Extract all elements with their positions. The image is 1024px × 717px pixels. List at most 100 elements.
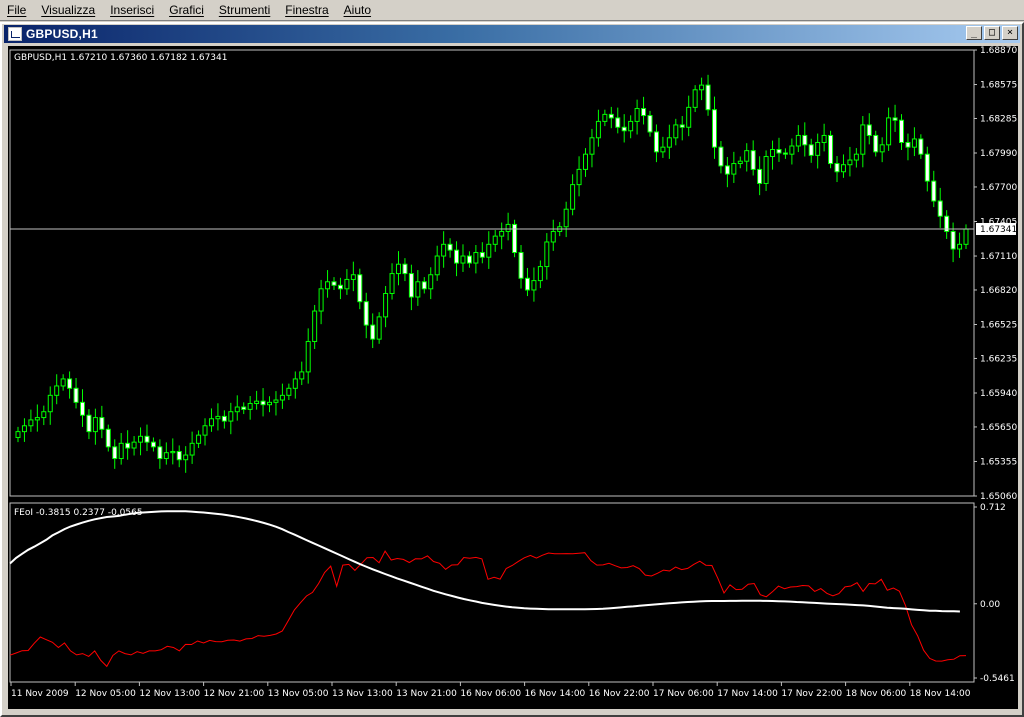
candle-body bbox=[41, 411, 47, 419]
candle-body bbox=[415, 281, 421, 298]
menu-finestra[interactable]: Finestra bbox=[278, 0, 336, 21]
candle-body bbox=[47, 394, 53, 413]
price-axis-label: 1.66525 bbox=[980, 321, 1017, 331]
menu-visualizza[interactable]: Visualizza bbox=[34, 0, 103, 21]
candle-body bbox=[615, 117, 621, 128]
price-axis-label: 1.65940 bbox=[980, 389, 1017, 399]
signal-series-line bbox=[9, 510, 960, 613]
candle-body bbox=[15, 431, 21, 438]
candle-body bbox=[241, 406, 247, 410]
candle-body bbox=[750, 150, 756, 170]
price-axis-label: 1.67990 bbox=[980, 149, 1017, 159]
candle-body bbox=[834, 163, 840, 173]
last-price-label: 1.67341 bbox=[980, 225, 1017, 235]
candle-body bbox=[653, 131, 659, 153]
menu-grafici[interactable]: Grafici bbox=[162, 0, 212, 21]
chart-area[interactable]: 1.68870 1.68575 1.68285 1.67990 1.67700 1.674… bbox=[8, 46, 1018, 709]
candle-body bbox=[492, 235, 498, 245]
menu-file[interactable]: File bbox=[0, 0, 34, 21]
candle-body bbox=[350, 274, 356, 280]
candle-body bbox=[815, 141, 821, 156]
candle-body bbox=[860, 124, 866, 155]
menu-inserisci[interactable]: Inserisci bbox=[103, 0, 162, 21]
candle-body bbox=[899, 119, 905, 143]
candle-body bbox=[673, 124, 679, 139]
price-axis-label: 1.66820 bbox=[980, 286, 1017, 296]
time-axis-label: 11 Nov 2009 bbox=[11, 689, 69, 699]
candle-body bbox=[879, 144, 885, 153]
candle-body bbox=[711, 109, 717, 148]
time-axis-label: 16 Nov 14:00 bbox=[525, 689, 586, 699]
candle-body bbox=[963, 228, 969, 245]
indicator-axis-label: 0.00 bbox=[980, 600, 1000, 610]
minimize-button[interactable]: _ bbox=[966, 26, 982, 40]
candle-body bbox=[847, 159, 853, 166]
candle-body bbox=[737, 160, 743, 165]
candle-body bbox=[873, 134, 879, 153]
candle-body bbox=[447, 243, 453, 251]
candle-body bbox=[215, 415, 221, 420]
candle-body bbox=[705, 84, 711, 111]
candle-body bbox=[331, 281, 337, 286]
candle-body bbox=[840, 164, 846, 173]
candle-body bbox=[260, 400, 266, 406]
candle-body bbox=[602, 113, 608, 122]
candle-body bbox=[795, 134, 801, 147]
fisher-series-line bbox=[9, 550, 967, 668]
candle-body bbox=[21, 425, 27, 433]
candle-body bbox=[421, 281, 427, 290]
chart-title: GBPUSD,H1 1.67210 1.67360 1.67182 1.6734… bbox=[14, 53, 227, 63]
candle-body bbox=[170, 451, 176, 454]
candle-body bbox=[776, 149, 782, 154]
menu-strumenti[interactable]: Strumenti bbox=[212, 0, 278, 21]
menu-aiuto[interactable]: Aiuto bbox=[337, 0, 379, 21]
candle-body bbox=[299, 371, 305, 380]
candle-body bbox=[744, 150, 750, 162]
candle-body bbox=[563, 208, 569, 228]
candle-body bbox=[479, 252, 485, 258]
candle-body bbox=[54, 385, 60, 396]
candle-body bbox=[163, 452, 169, 460]
candle-body bbox=[595, 120, 601, 139]
candle-body bbox=[125, 442, 131, 449]
menu-bar: File Visualizza Inserisci Grafici Strumenti F… bbox=[0, 0, 1024, 21]
price-axis-label: 1.67110 bbox=[980, 252, 1017, 262]
candle-body bbox=[73, 387, 79, 403]
price-axis-label: 1.66235 bbox=[980, 354, 1017, 364]
candle-body bbox=[505, 223, 511, 232]
candle-body bbox=[454, 249, 460, 264]
window-titlebar[interactable]: GBPUSD,H1 _ □ × bbox=[4, 25, 1020, 43]
candle-body bbox=[647, 115, 653, 133]
candle-body bbox=[434, 255, 440, 276]
candle-body bbox=[679, 124, 685, 128]
candle-body bbox=[724, 165, 730, 175]
candle-body bbox=[460, 255, 466, 264]
time-axis-label: 16 Nov 22:00 bbox=[589, 689, 650, 699]
chart-canvas[interactable]: 1.688701.685751.682851.679901.677001.674… bbox=[8, 46, 1018, 709]
candle-body bbox=[699, 84, 705, 91]
candle-body bbox=[202, 425, 208, 436]
candle-body bbox=[189, 442, 195, 456]
time-axis-label: 18 Nov 06:00 bbox=[846, 689, 907, 699]
candle-body bbox=[583, 153, 589, 170]
indicator-axis-label: 0.712 bbox=[980, 503, 1006, 513]
time-axis-label: 17 Nov 06:00 bbox=[653, 689, 714, 699]
candle-body bbox=[621, 126, 627, 132]
candle-body bbox=[641, 108, 647, 117]
candle-body bbox=[763, 156, 769, 184]
candle-body bbox=[718, 146, 724, 167]
candle-body bbox=[92, 417, 98, 433]
candle-body bbox=[196, 434, 202, 444]
candle-body bbox=[370, 324, 376, 340]
candle-body bbox=[692, 89, 698, 108]
candle-body bbox=[105, 428, 111, 448]
maximize-button[interactable]: □ bbox=[984, 26, 1000, 40]
candle-body bbox=[138, 435, 144, 443]
candle-body bbox=[118, 442, 124, 460]
close-button[interactable]: × bbox=[1002, 26, 1018, 40]
candle-body bbox=[544, 241, 550, 268]
candle-body bbox=[789, 145, 795, 155]
candle-body bbox=[808, 144, 814, 156]
candle-body bbox=[802, 134, 808, 146]
candle-body bbox=[892, 117, 898, 121]
